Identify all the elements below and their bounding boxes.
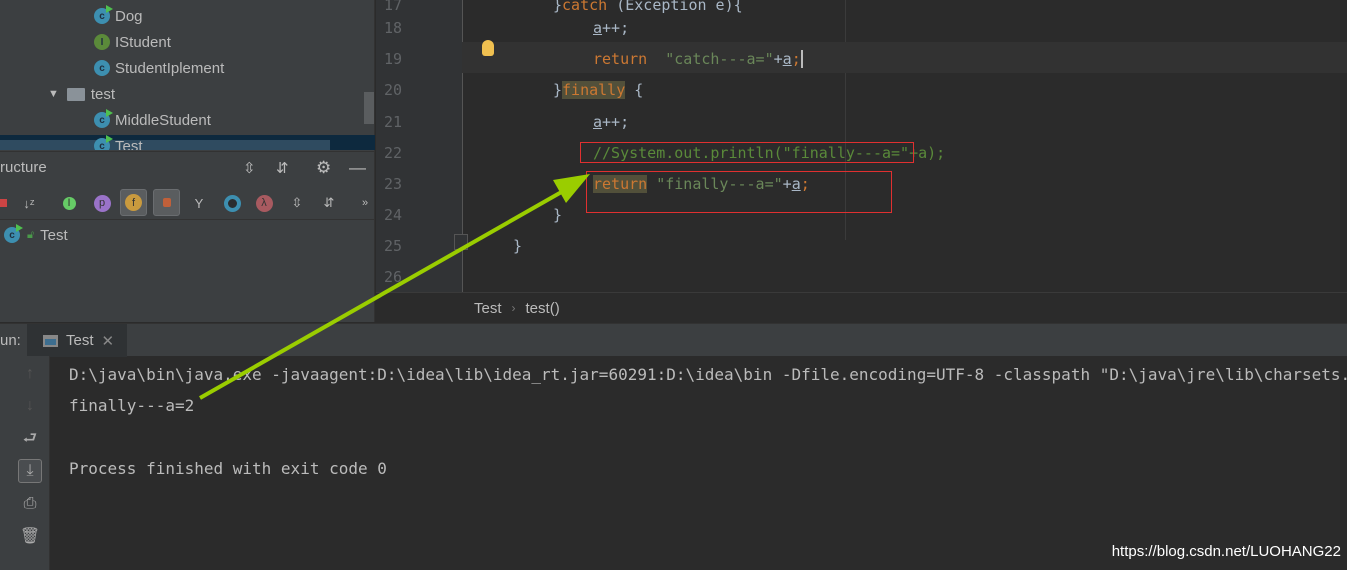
scroll-to-end-icon[interactable]: ⤓ (18, 459, 42, 483)
run-tab-label: Test (66, 332, 94, 349)
class-runnable-icon: c (94, 109, 113, 128)
code-line-25: } (513, 237, 523, 255)
line-number: 20 (384, 81, 403, 99)
sort-alpha-icon[interactable]: ↓ᶻ (18, 192, 40, 214)
soft-wrap-icon[interactable]: ⮐ (18, 428, 42, 452)
code-line-24: } (553, 206, 563, 224)
tree-item-label: StudentIplement (115, 59, 225, 77)
interface-icon: I (94, 34, 110, 50)
tree-item-test[interactable]: c Test (94, 133, 143, 150)
unlocked-icon: 🔓︎ (27, 228, 35, 241)
down-arrow-icon[interactable]: ↓ (18, 394, 42, 418)
code-line-19: return "catch---a="+a; (593, 50, 812, 68)
folder-icon (66, 87, 85, 101)
highlight-box-comment (580, 142, 914, 163)
minimize-icon[interactable]: — (349, 158, 366, 178)
console-output[interactable]: D:\java\bin\java.exe -javaagent:D:\idea\… (69, 356, 1347, 478)
code-line-17: }catch (Exception e){ (553, 0, 743, 14)
watermark: https://blog.csdn.net/LUOHANG22 (1111, 543, 1341, 560)
tree-item-label: test (90, 85, 116, 103)
line-number: 23 (384, 175, 403, 193)
structure-item-test[interactable]: c 🔓︎ Test (4, 222, 68, 248)
run-toolbar: un: Test ✕ (0, 323, 1347, 357)
show-lambdas-icon[interactable]: λ (253, 192, 275, 214)
run-label: un: (0, 332, 21, 349)
line-number: 18 (384, 19, 403, 37)
class-runnable-icon: c (94, 135, 113, 150)
code-editor[interactable]: 17 18 19 20 21 22 23 24 25 26 }catch (Ex… (376, 0, 1347, 292)
line-number: 17 (384, 0, 403, 14)
line-number: 25 (384, 237, 403, 255)
class-icon: c (94, 60, 110, 76)
expand-all-icon[interactable]: ⇳ (286, 192, 308, 214)
run-side-toolbar: ↑ ↓ ⮐ ⤓ ⎙ 🗑︎ (0, 356, 50, 570)
tree-item-label: Test (115, 138, 143, 150)
breadcrumb-item-method[interactable]: test() (526, 300, 560, 317)
scrollbar[interactable] (364, 92, 374, 124)
show-inherited-icon[interactable]: I (58, 192, 80, 214)
breadcrumb-separator-icon: › (511, 301, 516, 315)
structure-toolbar: ↓ᶻ I p f Y λ ⇳ ⇵ » (0, 185, 375, 220)
collapse-all-icon[interactable]: ⇵ (276, 159, 289, 177)
lightbulb-icon[interactable] (482, 40, 494, 56)
show-fields-icon[interactable]: f (120, 189, 147, 216)
line-number: 26 (384, 268, 403, 286)
up-arrow-icon[interactable]: ↑ (18, 362, 42, 386)
print-icon[interactable]: ⎙ (18, 492, 42, 516)
highlight-box-return (586, 171, 892, 213)
show-properties-icon[interactable]: p (91, 192, 113, 214)
line-number: 19 (384, 50, 403, 68)
tree-item-label: MiddleStudent (115, 111, 211, 129)
console-window-icon (43, 334, 58, 347)
structure-title: ructure (0, 159, 47, 176)
code-line-18: a++; (593, 19, 630, 37)
show-anonymous-icon[interactable] (221, 192, 243, 214)
fold-icon[interactable] (454, 234, 468, 250)
trash-icon[interactable]: 🗑︎ (18, 524, 42, 548)
show-non-public-icon[interactable] (153, 189, 180, 216)
code-line-21: a++; (593, 113, 630, 131)
line-number: 22 (384, 144, 403, 162)
class-runnable-icon: c (94, 5, 113, 24)
breadcrumb: Test › test() (376, 292, 1347, 323)
structure-item-label: Test (40, 226, 68, 244)
expand-all-icon[interactable]: ⇳ (243, 159, 256, 177)
tree-item-label: IStudent (115, 33, 171, 51)
tree-item-middlestudent[interactable]: c MiddleStudent (94, 107, 211, 133)
console-line: finally---a=2 (69, 396, 195, 415)
tree-item-istudent[interactable]: I IStudent (94, 29, 171, 55)
tree-item-label: Dog (115, 7, 143, 25)
line-number: 21 (384, 113, 403, 131)
more-icon[interactable]: » (354, 192, 376, 214)
project-panel: c Dog I IStudent c StudentIplement ▼ test cM… (0, 0, 375, 322)
breadcrumb-item-class[interactable]: Test (474, 300, 502, 317)
console-line: D:\java\bin\java.exe -javaagent:D:\idea\… (69, 365, 1347, 384)
close-icon[interactable]: ✕ (102, 332, 115, 350)
tree-item-studentiplement[interactable]: c StudentIplement (94, 55, 224, 81)
gear-icon[interactable]: ⚙ (316, 158, 331, 178)
collapse-all-icon[interactable]: ⇵ (318, 192, 340, 214)
sort-visibility-icon[interactable] (0, 192, 14, 214)
show-hierarchy-icon[interactable]: Y (188, 192, 210, 214)
console-line: Process finished with exit code 0 (69, 459, 387, 478)
tree-item-test-folder[interactable]: ▼ test (48, 81, 115, 107)
structure-header: ructure ⇳ ⇵ ⚙ — (0, 151, 375, 183)
selected-row (0, 135, 375, 150)
code-line-20: }finally { (553, 81, 644, 99)
tree-item-dog[interactable]: c Dog (94, 3, 143, 29)
run-tab-test[interactable]: Test ✕ (27, 324, 127, 357)
class-runnable-icon: c (4, 224, 23, 243)
expand-arrow-icon[interactable]: ▼ (48, 88, 59, 100)
line-number: 24 (384, 206, 403, 224)
